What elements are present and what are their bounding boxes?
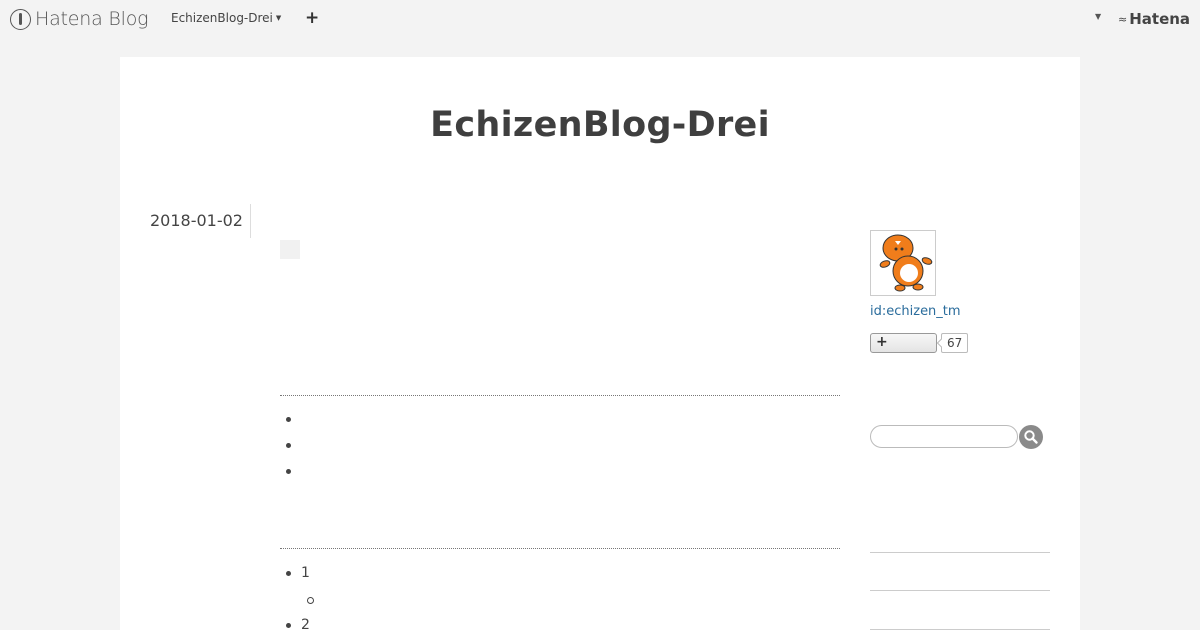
list-item: 2 (280, 615, 310, 630)
list-item (280, 409, 301, 435)
blog-title[interactable]: EchizenBlog-Drei (120, 105, 1080, 145)
subscriber-count: 67 (941, 333, 969, 353)
sidebar-divider (870, 552, 1050, 553)
entry-date[interactable]: 2018-01-02 (150, 211, 243, 230)
subscribe-button[interactable]: + (870, 333, 937, 353)
blog-container: EchizenBlog-Drei 2018-01-02 1 2 id:echiz… (120, 57, 1080, 630)
caret-down-icon: ▼ (275, 14, 282, 22)
hatena-blog-logo[interactable]: Hatena Blog (10, 7, 149, 31)
brand-name: Hatena Blog (35, 8, 149, 30)
sub-list-item (280, 589, 314, 615)
top-bar: Hatena Blog EchizenBlog-Drei ▼ + ▼ ≈ Hat… (0, 0, 1200, 38)
date-divider (250, 204, 251, 238)
hatena-logo-text: Hatena (1129, 10, 1191, 28)
section-divider (280, 395, 840, 396)
hatena-logo-icon: ≈ (1118, 12, 1127, 26)
list-item: 1 (280, 563, 310, 589)
sidebar-divider (870, 590, 1050, 591)
search-input[interactable] (870, 425, 1018, 448)
entry-image-placeholder (280, 240, 300, 259)
account-menu-caret-icon[interactable]: ▼ (1095, 12, 1101, 21)
blog-switcher[interactable]: EchizenBlog-Drei ▼ (171, 11, 281, 25)
blog-switcher-label: EchizenBlog-Drei (171, 11, 273, 25)
hatena-blog-logo-icon (10, 8, 31, 30)
new-post-button[interactable]: + (305, 8, 319, 28)
entry-list-1 (280, 409, 301, 487)
list-item (280, 461, 301, 487)
section-divider (280, 548, 840, 549)
search-button[interactable] (1019, 425, 1043, 449)
list-item (280, 435, 301, 461)
hatena-account-logo[interactable]: ≈ Hatena (1118, 10, 1190, 28)
profile-avatar[interactable] (870, 230, 936, 296)
avatar-character-icon (879, 234, 933, 292)
search-icon (1024, 430, 1038, 444)
profile-id-link[interactable]: id:echizen_tm (870, 304, 961, 319)
entry-list-2: 1 2 (280, 563, 314, 630)
